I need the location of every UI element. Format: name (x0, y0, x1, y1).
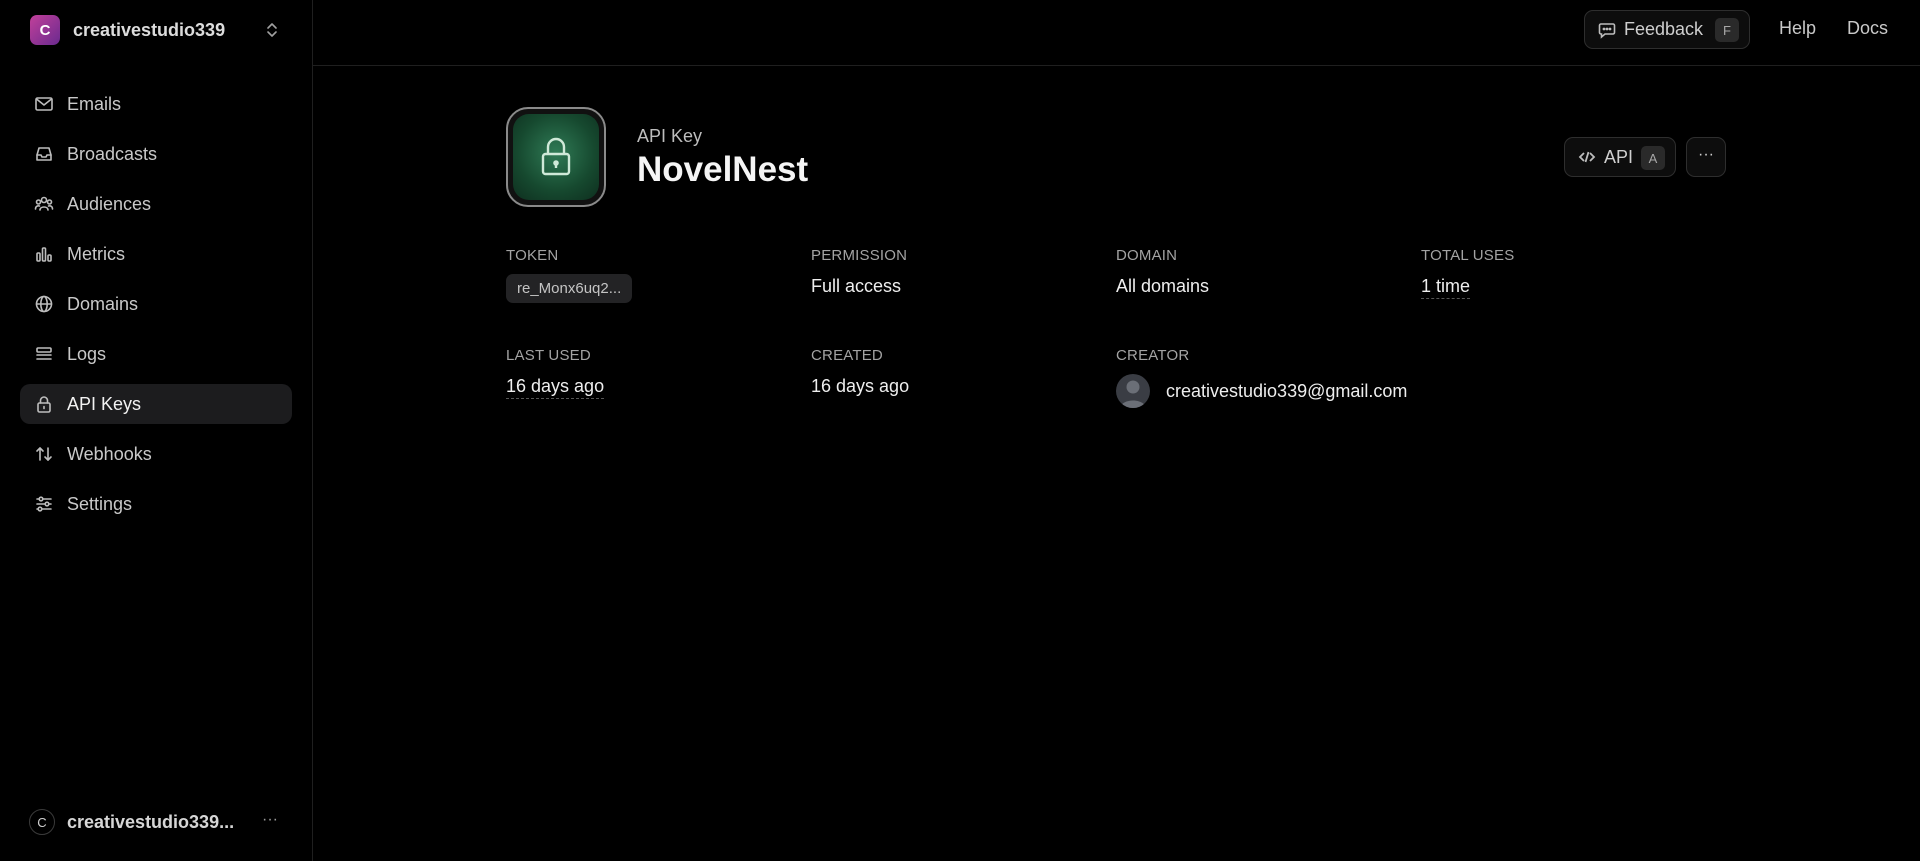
help-link[interactable]: Help (1779, 18, 1816, 39)
top-bar: Feedback F Help Docs (313, 0, 1920, 66)
page-kicker: API Key (637, 126, 703, 146)
sidebar-item-label: API Keys (67, 393, 142, 414)
lock-icon (541, 137, 571, 176)
domain-value: All domains (1116, 276, 1210, 296)
sidebar-item-metrics[interactable]: Metrics (20, 234, 292, 274)
chevron-up-down-icon (267, 23, 277, 37)
token-field: TOKEN re_Monx6uq2... (506, 247, 633, 303)
sidebar-item-emails[interactable]: Emails (20, 84, 292, 124)
sidebar-item-label: Metrics (67, 243, 125, 264)
sidebar-item-label: Webhooks (67, 443, 152, 464)
logs-icon (34, 344, 54, 364)
user-name: creativestudio339... (67, 811, 235, 832)
sidebar-nav: Emails Broadcasts Audiences Metrics Doma… (20, 84, 292, 534)
workspace-switcher[interactable]: C creativestudio339 (20, 12, 290, 48)
sidebar-item-label: Audiences (67, 193, 152, 214)
more-actions-button[interactable]: ··· (1686, 137, 1726, 177)
person-icon (1120, 380, 1146, 408)
message-icon (1598, 22, 1616, 39)
creator-label: CREATOR (1116, 347, 1190, 364)
creator-field: CREATOR creativestudio339@gmail.com (1116, 347, 1407, 408)
mail-icon (34, 94, 54, 114)
total-uses-text: 1 time (1421, 276, 1471, 299)
created-label: CREATED (811, 347, 883, 364)
creator-email: creativestudio339@gmail.com (1166, 380, 1408, 401)
sidebar-item-api-keys[interactable]: API Keys (20, 384, 292, 424)
permission-value: Full access (811, 276, 902, 296)
sidebar-item-domains[interactable]: Domains (20, 284, 292, 324)
avatar: C (29, 809, 55, 835)
last-used-value: 16 days ago (506, 376, 605, 399)
sidebar-item-logs[interactable]: Logs (20, 334, 292, 374)
feedback-label: Feedback (1624, 19, 1704, 39)
page-title: NovelNest (637, 150, 809, 189)
sidebar-item-label: Broadcasts (67, 143, 158, 164)
webhook-icon (34, 444, 54, 464)
user-account[interactable]: C creativestudio339... ··· (20, 802, 292, 842)
sidebar-item-audiences[interactable]: Audiences (20, 184, 292, 224)
inbox-icon (34, 144, 54, 164)
token-value[interactable]: re_Monx6uq2... (506, 274, 633, 303)
sidebar-item-webhooks[interactable]: Webhooks (20, 434, 292, 474)
api-key-lock-icon (506, 107, 606, 207)
api-button[interactable]: API A (1564, 137, 1676, 177)
code-icon (1578, 151, 1596, 163)
sidebar-item-label: Emails (67, 93, 122, 114)
sidebar-item-label: Logs (67, 343, 107, 364)
creator-row: creativestudio339@gmail.com (1116, 374, 1407, 408)
domain-label: DOMAIN (1116, 247, 1178, 264)
sliders-icon (34, 494, 54, 514)
bar-chart-icon (34, 244, 54, 264)
docs-link[interactable]: Docs (1847, 18, 1888, 39)
creator-avatar (1116, 374, 1150, 408)
feedback-shortcut: F (1715, 18, 1739, 42)
total-uses-value: 1 time (1421, 276, 1514, 299)
last-used-field: LAST USED 16 days ago (506, 347, 605, 399)
user-menu-button[interactable]: ··· (258, 810, 282, 834)
created-value: 16 days ago (811, 376, 910, 396)
domain-field: DOMAIN All domains (1116, 247, 1209, 297)
sidebar-item-label: Domains (67, 293, 139, 314)
total-uses-field: TOTAL USES 1 time (1421, 247, 1514, 299)
lock-icon (34, 394, 54, 414)
feedback-button[interactable]: Feedback F (1584, 10, 1750, 49)
permission-field: PERMISSION Full access (811, 247, 907, 297)
sidebar-item-broadcasts[interactable]: Broadcasts (20, 134, 292, 174)
sidebar-item-settings[interactable]: Settings (20, 484, 292, 524)
created-field: CREATED 16 days ago (811, 347, 909, 397)
sidebar: C creativestudio339 Emails Broadcasts Au… (0, 0, 313, 861)
permission-label: PERMISSION (811, 247, 908, 264)
workspace-avatar: C (30, 15, 60, 45)
sidebar-item-label: Settings (67, 493, 133, 514)
last-used-label: LAST USED (506, 347, 591, 364)
total-uses-label: TOTAL USES (1421, 247, 1515, 264)
users-icon (34, 194, 54, 214)
globe-icon (34, 294, 54, 314)
workspace-name: creativestudio339 (73, 19, 226, 40)
token-label: TOKEN (506, 247, 559, 264)
api-label: API (1604, 146, 1634, 167)
api-shortcut: A (1641, 146, 1665, 170)
last-used-text: 16 days ago (506, 376, 605, 399)
